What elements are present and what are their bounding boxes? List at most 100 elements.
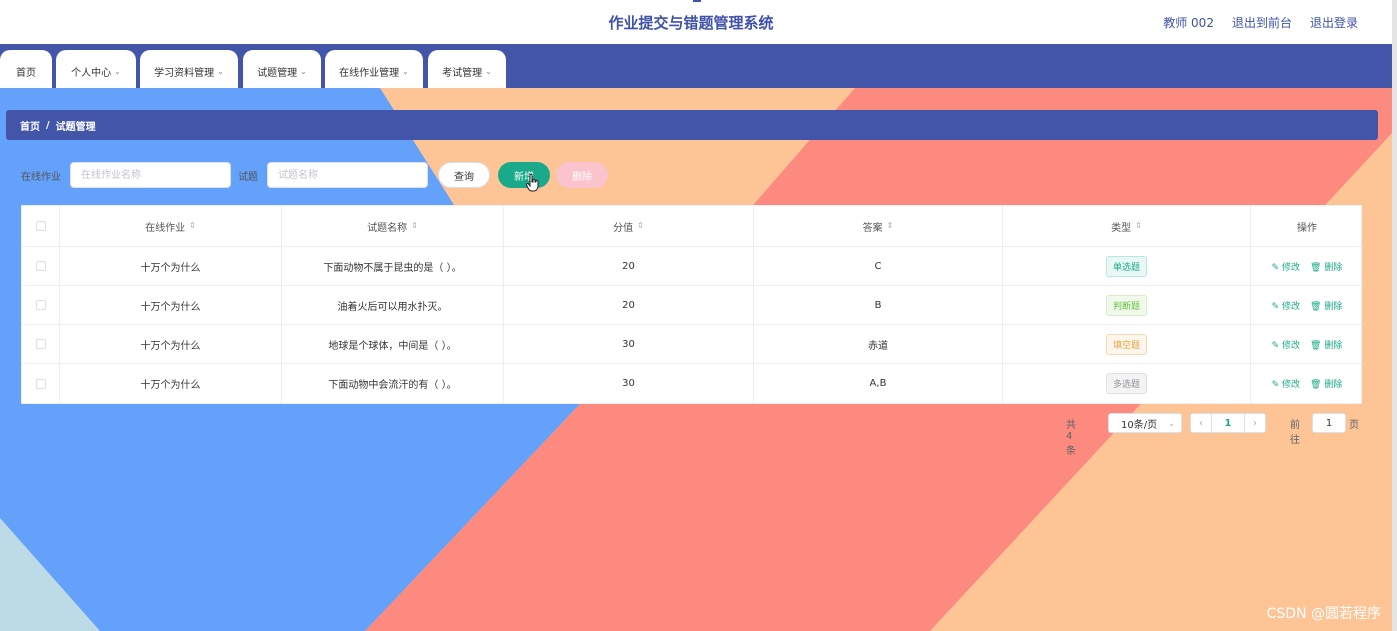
cell-name: 下面动物不属于昆虫的是（ ）。	[282, 247, 504, 285]
edit-button[interactable]: ✎ 修改	[1272, 377, 1300, 390]
goto-page-input[interactable]: 1	[1312, 413, 1346, 433]
nav-tab-label: 首页	[16, 67, 36, 79]
edit-icon: ✎	[1271, 340, 1280, 351]
chevron-down-icon: ⌄	[217, 66, 224, 76]
page-size-value: 10条/页	[1121, 419, 1158, 431]
delete-row-button[interactable]: 🗑 删除	[1310, 377, 1342, 390]
pagination-total: 共 4 条	[1066, 420, 1076, 457]
cell-answer: 赤道	[754, 325, 1003, 363]
type-badge: 多选题	[1105, 373, 1147, 394]
next-page-button[interactable]: ›	[1244, 413, 1266, 433]
cell-score: 30	[504, 325, 754, 363]
table-row: 十万个为什么 下面动物中会流汗的有（ ）。 30 A,B 多选题 ✎ 修改 🗑 …	[22, 364, 1363, 403]
edit-icon: ✎	[1271, 301, 1280, 312]
breadcrumb-separator: /	[46, 119, 50, 131]
cell-answer: B	[754, 286, 1003, 324]
current-page[interactable]: 1	[1211, 413, 1245, 433]
delete-row-button[interactable]: 🗑 删除	[1310, 299, 1342, 312]
breadcrumb-current: 试题管理	[55, 121, 96, 133]
delete-label: 删除	[1324, 262, 1343, 273]
cell-homework: 十万个为什么	[60, 364, 282, 403]
hand-cursor-icon	[526, 174, 539, 192]
search-bar: 在线作业 试题	[21, 162, 428, 188]
questions-table: 在线作业 ⇕ 试题名称 ⇕ 分值 ⇕ 答案 ⇕ 类型 ⇕ 操作 十万个为什么 下面动物不属…	[21, 205, 1363, 404]
cell-ops: ✎ 修改 🗑 删除	[1251, 325, 1363, 363]
cell-answer: C	[754, 247, 1003, 285]
delete-row-button[interactable]: 🗑 删除	[1310, 338, 1342, 351]
column-label: 操作	[1297, 222, 1317, 234]
chevron-down-icon: ⌄	[1168, 418, 1175, 428]
main-nav: 首页 个人中心 ⌄ 学习资料管理 ⌄ 试题管理 ⌄ 在线作业管理 ⌄ 考试管理 ⌄	[0, 44, 1392, 88]
homework-search-input[interactable]	[70, 162, 231, 188]
nav-tab-label: 在线作业管理	[339, 67, 400, 79]
cell-score: 20	[504, 247, 754, 285]
nav-tab-materials[interactable]: 学习资料管理 ⌄	[140, 50, 238, 88]
row-checkbox[interactable]	[35, 261, 46, 271]
nav-tab-personal[interactable]: 个人中心 ⌄	[56, 50, 136, 88]
row-checkbox[interactable]	[35, 300, 46, 310]
question-search-input[interactable]	[267, 162, 428, 188]
trash-icon: 🗑	[1310, 262, 1322, 273]
watermark: CSDN @圆若程序	[1266, 606, 1381, 622]
logout-link[interactable]: 退出登录	[1310, 14, 1358, 31]
question-label: 试题	[238, 171, 258, 183]
nav-tab-questions[interactable]: 试题管理 ⌄	[243, 50, 321, 88]
edit-button[interactable]: ✎ 修改	[1272, 338, 1300, 351]
prev-page-button[interactable]: ‹	[1190, 413, 1212, 433]
exit-to-front-link[interactable]: 退出到前台	[1232, 14, 1292, 31]
row-select-cell	[22, 286, 60, 324]
type-badge: 判断题	[1105, 294, 1147, 316]
trash-icon: 🗑	[1310, 340, 1322, 351]
delete-label: 删除	[1324, 380, 1343, 390]
select-all-checkbox[interactable]	[35, 221, 46, 231]
cell-type: 多选题	[1003, 364, 1251, 403]
cell-type: 判断题	[1003, 286, 1251, 324]
column-header-name[interactable]: 试题名称 ⇕	[282, 206, 504, 246]
row-select-cell	[22, 364, 60, 403]
row-checkbox[interactable]	[35, 339, 46, 349]
delete-row-button[interactable]: 🗑 删除	[1310, 260, 1342, 273]
edit-label: 修改	[1282, 262, 1301, 273]
edit-icon: ✎	[1271, 262, 1280, 273]
row-checkbox[interactable]	[35, 378, 46, 389]
column-header-type[interactable]: 类型 ⇕	[1003, 206, 1251, 246]
nav-tab-home[interactable]: 首页	[0, 50, 52, 88]
edit-label: 修改	[1282, 301, 1301, 312]
column-header-answer[interactable]: 答案 ⇕	[754, 206, 1003, 246]
edit-button[interactable]: ✎ 修改	[1272, 299, 1300, 312]
column-label: 试题名称	[367, 222, 408, 234]
sort-icon: ⇕	[637, 221, 644, 230]
cell-answer: A,B	[754, 364, 1003, 403]
cell-ops: ✎ 修改 🗑 删除	[1251, 364, 1363, 403]
page-size-select[interactable]: 10条/页 ⌄	[1108, 413, 1182, 433]
chevron-down-icon: ⌄	[300, 66, 307, 76]
type-badge: 填空题	[1105, 333, 1147, 355]
chevron-right-icon: ›	[1253, 417, 1257, 429]
column-header-score[interactable]: 分值 ⇕	[504, 206, 754, 246]
current-user: 教师 002	[1163, 16, 1214, 30]
top-header: 作业提交与错题管理系统 教师 002 退出到前台 退出登录	[0, 0, 1392, 44]
query-button[interactable]: 查询	[438, 162, 490, 188]
table-header-row: 在线作业 ⇕ 试题名称 ⇕ 分值 ⇕ 答案 ⇕ 类型 ⇕ 操作	[22, 206, 1363, 247]
cell-name: 下面动物中会流汗的有（ ）。	[282, 364, 504, 403]
breadcrumb-home[interactable]: 首页	[20, 118, 40, 133]
column-label: 答案	[862, 222, 883, 234]
nav-tab-label: 考试管理	[442, 67, 483, 79]
nav-tab-homework[interactable]: 在线作业管理 ⌄	[325, 50, 423, 88]
column-label: 在线作业	[145, 222, 186, 234]
edit-button[interactable]: ✎ 修改	[1272, 260, 1300, 273]
nav-tab-exams[interactable]: 考试管理 ⌄	[428, 50, 506, 88]
trash-icon: 🗑	[1310, 301, 1322, 312]
delete-button[interactable]: 删除	[556, 162, 608, 188]
column-header-ops: 操作	[1251, 206, 1363, 246]
cell-homework: 十万个为什么	[60, 325, 282, 363]
nav-tab-label: 试题管理	[257, 67, 298, 79]
column-header-homework[interactable]: 在线作业 ⇕	[60, 206, 282, 246]
type-badge: 单选题	[1105, 255, 1147, 277]
add-button[interactable]: 新增	[498, 162, 550, 188]
sort-icon: ⇕	[189, 221, 196, 230]
chevron-down-icon: ⌄	[485, 66, 492, 76]
delete-label: 删除	[1324, 301, 1343, 312]
cell-type: 单选题	[1003, 247, 1251, 285]
sort-icon: ⇕	[886, 221, 894, 230]
